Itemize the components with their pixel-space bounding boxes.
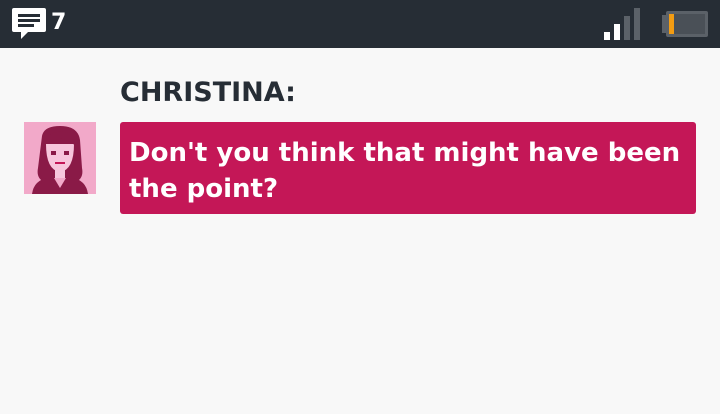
dialogue-text: Don't you think that might have been the…	[129, 138, 681, 204]
unread-message-count: 7	[51, 10, 67, 35]
status-bar: 7	[0, 0, 720, 48]
speech-bubble-icon[interactable]	[12, 8, 46, 40]
signal-strength-icon	[604, 8, 640, 40]
speaker-name: CHRISTINA:	[120, 77, 296, 108]
christina-portrait-icon[interactable]	[24, 122, 96, 194]
battery-low-icon	[662, 11, 708, 37]
dialogue-bubble[interactable]: Don't you think that might have been the…	[120, 122, 696, 214]
